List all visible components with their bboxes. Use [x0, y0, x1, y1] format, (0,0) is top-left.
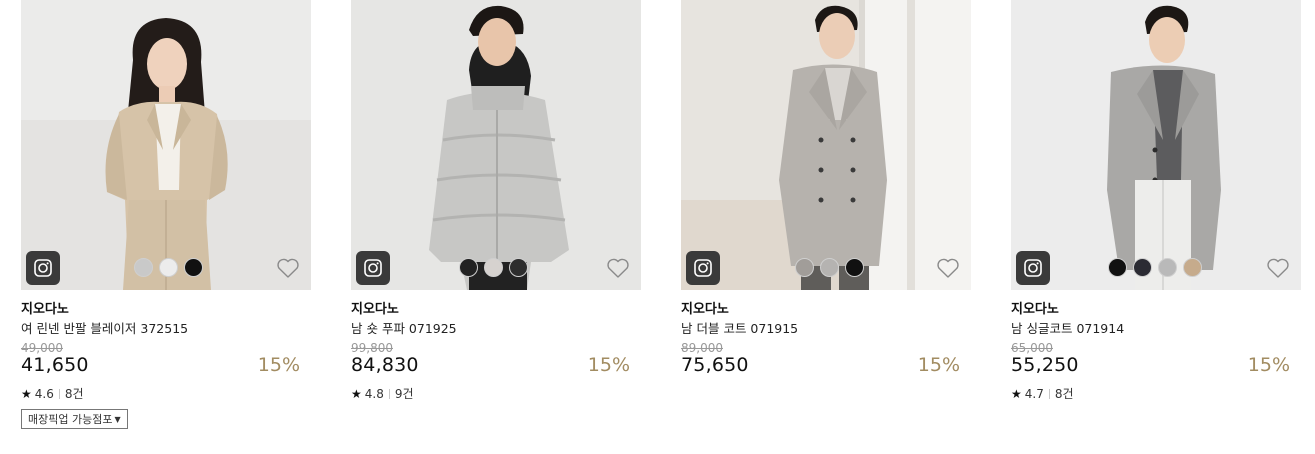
sale-price: 84,830 [351, 354, 419, 376]
color-swatches [1108, 258, 1202, 278]
rating-value: 4.7 [1024, 386, 1044, 401]
color-swatch[interactable] [484, 258, 503, 277]
divider [58, 388, 60, 399]
brand-name: 지오다노 [21, 302, 69, 317]
instagram-icon [694, 259, 712, 277]
wishlist-button[interactable] [936, 257, 960, 279]
wishlist-button[interactable] [276, 257, 300, 279]
product-card[interactable]: 지오다노 여 린넨 반팔 블레이저 372515 49,000 41,650 1… [21, 0, 311, 454]
color-swatch[interactable] [1108, 258, 1127, 277]
product-name[interactable]: 남 더블 코트 071915 [681, 318, 798, 337]
discount-rate: 15% [587, 354, 630, 376]
original-price: 49,000 [21, 341, 63, 355]
sale-price: 55,250 [1011, 354, 1079, 376]
instagram-icon [364, 259, 382, 277]
color-swatch[interactable] [1183, 258, 1202, 277]
product-name[interactable]: 여 린넨 반팔 블레이저 372515 [21, 318, 188, 337]
discount-rate: 15% [1247, 354, 1290, 376]
heart-outline-icon [1267, 258, 1289, 278]
instagram-icon [1024, 259, 1042, 277]
instagram-button[interactable] [356, 251, 390, 285]
product-card[interactable]: 지오다노 남 더블 코트 071915 89,000 75,650 15% [681, 0, 971, 454]
product-card[interactable]: 지오다노 남 숏 푸파 071925 99,800 84,830 15% ★ 4… [351, 0, 641, 454]
product-card[interactable]: 지오다노 남 싱글코트 071914 65,000 55,250 15% ★ 4… [1011, 0, 1301, 454]
original-price: 99,800 [351, 341, 393, 355]
color-swatches [459, 258, 528, 278]
instagram-icon [34, 259, 52, 277]
rating-summary: ★ 4.6 8건 [21, 385, 84, 402]
rating-value: 4.6 [34, 386, 54, 401]
color-swatches [134, 258, 203, 278]
sale-price: 75,650 [681, 354, 749, 376]
star-icon: ★ [21, 386, 32, 401]
discount-rate: 15% [257, 354, 300, 376]
product-image[interactable] [681, 0, 971, 290]
sale-price: 41,650 [21, 354, 89, 376]
star-icon: ★ [351, 386, 362, 401]
color-swatch[interactable] [509, 258, 528, 277]
product-image[interactable] [351, 0, 641, 290]
color-swatch[interactable] [184, 258, 203, 277]
review-count: 8건 [64, 387, 84, 401]
original-price: 89,000 [681, 341, 723, 355]
brand-name: 지오다노 [351, 302, 399, 317]
caret-down-icon: ▼ [114, 414, 121, 424]
product-image[interactable] [1011, 0, 1301, 290]
wishlist-button[interactable] [1266, 257, 1290, 279]
heart-outline-icon [937, 258, 959, 278]
product-name[interactable]: 남 싱글코트 071914 [1011, 318, 1124, 337]
instagram-button[interactable] [26, 251, 60, 285]
brand-name: 지오다노 [1011, 302, 1059, 317]
store-pickup-label: 매장픽업 가능점포 [28, 413, 113, 426]
color-swatch[interactable] [134, 258, 153, 277]
divider [388, 388, 390, 399]
color-swatch[interactable] [459, 258, 478, 277]
instagram-button[interactable] [1016, 251, 1050, 285]
color-swatches [795, 258, 864, 278]
brand-name: 지오다노 [681, 302, 729, 317]
discount-rate: 15% [917, 354, 960, 376]
store-pickup-dropdown[interactable]: 매장픽업 가능점포 ▼ [21, 409, 128, 429]
color-swatch[interactable] [159, 258, 178, 277]
divider [1048, 388, 1050, 399]
rating-summary: ★ 4.7 8건 [1011, 385, 1074, 402]
review-count: 8건 [1054, 387, 1074, 401]
product-name[interactable]: 남 숏 푸파 071925 [351, 318, 457, 337]
rating-summary: ★ 4.8 9건 [351, 385, 414, 402]
color-swatch[interactable] [1133, 258, 1152, 277]
wishlist-button[interactable] [606, 257, 630, 279]
color-swatch[interactable] [795, 258, 814, 277]
instagram-button[interactable] [686, 251, 720, 285]
color-swatch[interactable] [845, 258, 864, 277]
rating-value: 4.8 [364, 386, 384, 401]
heart-outline-icon [277, 258, 299, 278]
original-price: 65,000 [1011, 341, 1053, 355]
heart-outline-icon [607, 258, 629, 278]
color-swatch[interactable] [1158, 258, 1177, 277]
review-count: 9건 [394, 387, 414, 401]
color-swatch[interactable] [820, 258, 839, 277]
star-icon: ★ [1011, 386, 1022, 401]
product-image[interactable] [21, 0, 311, 290]
